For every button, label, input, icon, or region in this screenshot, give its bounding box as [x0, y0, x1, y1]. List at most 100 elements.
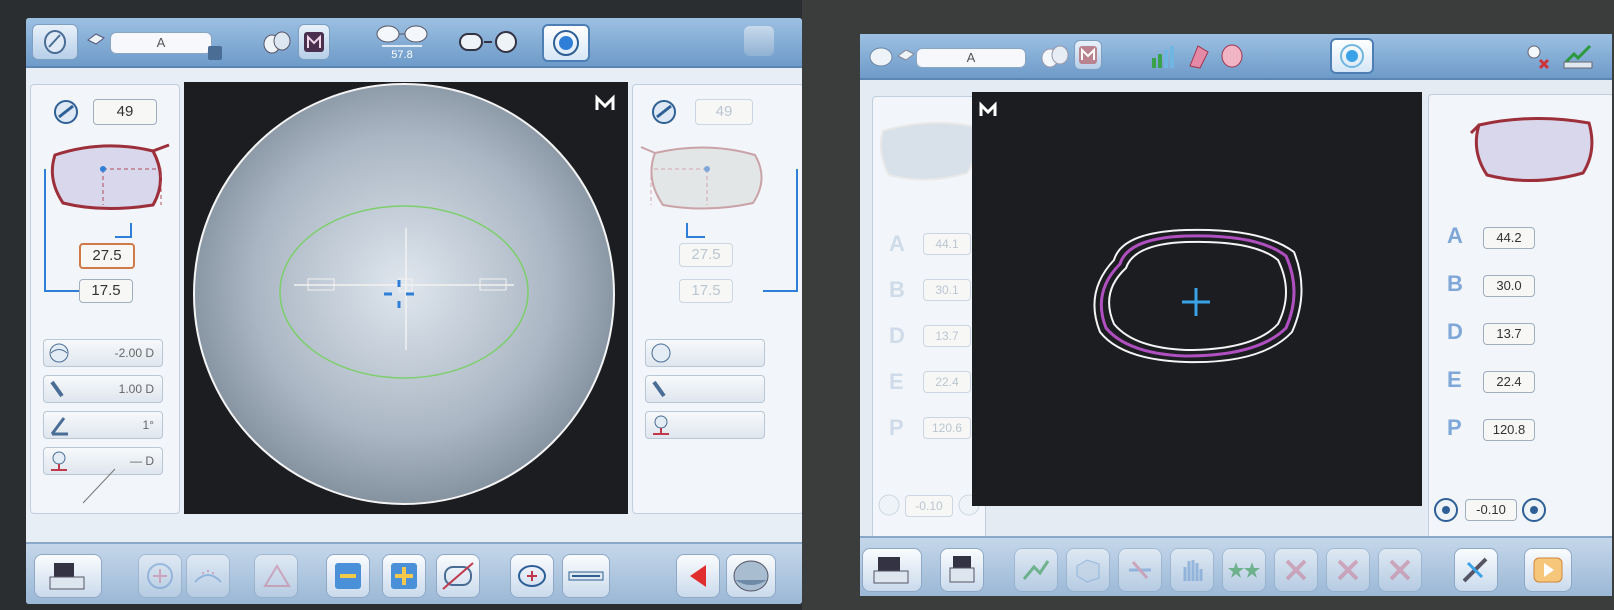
level-bars-icon[interactable] [1150, 44, 1178, 75]
back-button[interactable] [676, 554, 720, 598]
size-adjust-right[interactable]: -0.10 [1465, 499, 1517, 521]
lens-shape-right[interactable] [1469, 111, 1599, 191]
edge-start-button[interactable] [726, 554, 776, 598]
diameter-value-right[interactable]: 49 [695, 99, 753, 125]
plus-button[interactable] [382, 554, 426, 598]
drill-icon[interactable] [1186, 42, 1212, 75]
edging-profile-icon[interactable] [458, 30, 520, 59]
stars-icon [1228, 562, 1260, 578]
cancel-button-3[interactable] [1378, 548, 1422, 592]
height-value-right[interactable]: 27.5 [679, 243, 733, 267]
letter-e-left: E [889, 369, 904, 394]
prism-field-right[interactable] [645, 411, 765, 439]
lens-mode-icon[interactable] [868, 46, 894, 68]
left-bottom-toolbar [26, 542, 802, 604]
sphere-field-right[interactable] [645, 339, 765, 367]
groove-icon [568, 571, 604, 581]
diameter-icon [54, 100, 78, 124]
letter-p-left: P [889, 415, 904, 440]
lens-holder-icon[interactable] [594, 92, 616, 112]
left-arrow-icon [690, 565, 706, 587]
tools-icon [1462, 557, 1488, 583]
close-icon [1285, 559, 1307, 581]
hand-icon [1183, 560, 1203, 581]
job-tray-icon[interactable] [86, 30, 106, 48]
half-pd-value[interactable]: 17.5 [79, 279, 133, 303]
minus-button[interactable] [326, 554, 370, 598]
a-value-right[interactable]: 44.2 [1483, 227, 1535, 249]
size-adjust-left[interactable]: -0.10 [905, 495, 953, 517]
p-value-left[interactable]: 120.6 [923, 417, 971, 439]
triangle-angle-icon [263, 564, 291, 587]
play-icon [1533, 557, 1563, 583]
size-increase-icon-right[interactable] [1521, 497, 1547, 523]
next-button[interactable] [1524, 548, 1572, 592]
axis-field[interactable]: 1° [43, 411, 163, 439]
tools-button[interactable] [1454, 548, 1498, 592]
lens-pair-icon[interactable] [1040, 44, 1070, 75]
left-lens-panel: 49 27.5 17.5 -2.00 D 1.00 D 1° — D [30, 84, 180, 514]
lens-pair-icon[interactable] [262, 30, 292, 61]
job-tray-icon[interactable] [896, 46, 916, 64]
tracer-status-icon[interactable] [1560, 40, 1596, 75]
prism-value: — D [130, 454, 154, 468]
edger-machine-button[interactable] [34, 554, 102, 598]
half-pd-value-right[interactable]: 17.5 [679, 279, 733, 303]
e-value-right[interactable]: 22.4 [1483, 371, 1535, 393]
centering-target-button[interactable] [1330, 38, 1374, 74]
cancel-button-1[interactable] [1274, 548, 1318, 592]
shape-3d-button[interactable] [1066, 548, 1110, 592]
size-decrease-icon-right[interactable] [1433, 497, 1459, 523]
height-value[interactable]: 27.5 [79, 243, 135, 269]
tracer-button[interactable] [940, 548, 984, 592]
d-value-right[interactable]: 13.7 [1483, 323, 1535, 345]
bevel-button[interactable] [186, 554, 230, 598]
centering-mode-button[interactable] [510, 554, 554, 598]
letter-d-right: D [1447, 319, 1463, 344]
b-value-right[interactable]: 30.0 [1483, 275, 1535, 297]
lens-camera-view[interactable] [184, 82, 628, 514]
e-value-left[interactable]: 22.4 [923, 371, 971, 393]
groove-button[interactable] [562, 554, 610, 598]
shape-trace-view[interactable] [972, 92, 1422, 506]
add-center-button[interactable] [138, 554, 182, 598]
centering-target-button[interactable] [542, 24, 590, 62]
shape-edit-button[interactable] [1014, 548, 1058, 592]
letter-b-right: B [1447, 271, 1463, 296]
axis-angle-button[interactable] [254, 554, 298, 598]
job-name-field[interactable]: A [916, 48, 1026, 68]
frame-material-button[interactable] [298, 24, 330, 60]
cylinder-icon [50, 380, 64, 398]
favorite-button[interactable] [1222, 548, 1266, 592]
lens-shape-left-ghost[interactable] [875, 117, 983, 187]
frame-width-control[interactable]: 57.8 [374, 22, 430, 62]
manual-mode-button[interactable] [1170, 548, 1214, 592]
diameter-value[interactable]: 49 [93, 99, 157, 125]
delete-shape-button[interactable] [1118, 548, 1162, 592]
cylinder-field[interactable]: 1.00 D [43, 375, 163, 403]
frame-material-button[interactable] [1074, 40, 1102, 70]
size-decrease-icon[interactable] [877, 493, 901, 517]
save-icon[interactable] [208, 46, 222, 60]
axis-value: 1° [142, 418, 154, 432]
job-name-field[interactable]: A [110, 32, 212, 54]
b-value-left[interactable]: 30.1 [923, 279, 971, 301]
frame-overlay-button[interactable] [436, 554, 480, 598]
p-value-right[interactable]: 120.8 [1483, 419, 1535, 441]
edger-machine-button[interactable] [862, 548, 922, 592]
d-value-left[interactable]: 13.7 [923, 325, 971, 347]
user-settings-icon[interactable] [1520, 42, 1550, 75]
job-name-text: A [966, 50, 976, 65]
lens-holder-icon[interactable] [978, 100, 998, 118]
sphere-field[interactable]: -2.00 D [43, 339, 163, 367]
shape-centering-icon [518, 565, 546, 587]
a-value-left[interactable]: 44.1 [923, 233, 971, 255]
letter-a-left: A [889, 231, 905, 256]
polish-icon[interactable] [1220, 42, 1246, 75]
sphere-value: -2.00 D [114, 346, 154, 360]
menu-icon[interactable] [744, 26, 774, 56]
sphere-lens-icon [49, 343, 69, 363]
cylinder-field-right[interactable] [645, 375, 765, 403]
cancel-button-2[interactable] [1326, 548, 1370, 592]
lens-mode-button[interactable] [32, 24, 78, 60]
